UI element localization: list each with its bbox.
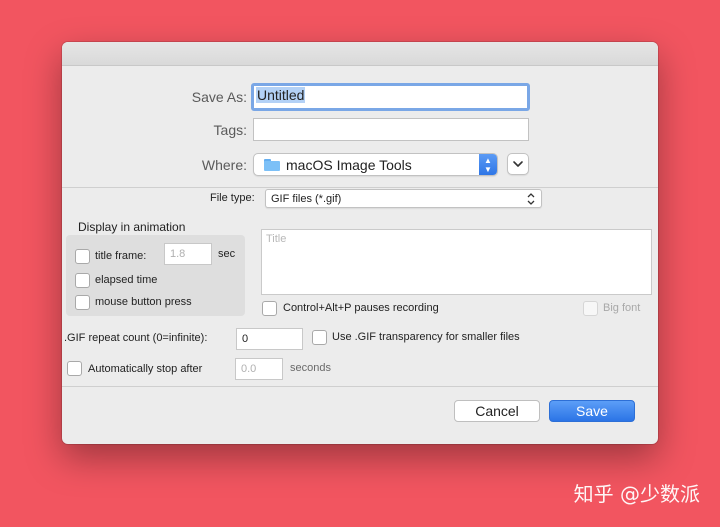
watermark: 知乎 @少数派 bbox=[573, 482, 700, 506]
tags-label: Tags: bbox=[213, 122, 247, 138]
file-type-value: GIF files (*.gif) bbox=[271, 193, 342, 205]
title-frame-checkbox[interactable] bbox=[75, 249, 90, 264]
save-as-value: Untitled bbox=[256, 87, 306, 103]
tags-input[interactable] bbox=[253, 118, 529, 141]
title-frame-label: title frame: bbox=[95, 250, 147, 262]
where-popup[interactable]: macOS Image Tools ▲ ▼ bbox=[253, 153, 498, 176]
auto-stop-input[interactable]: 0.0 bbox=[235, 358, 283, 380]
save-as-input[interactable]: Untitled bbox=[251, 83, 530, 111]
bottom-divider bbox=[62, 386, 658, 387]
auto-stop-label: Automatically stop after bbox=[88, 363, 203, 375]
folder-icon bbox=[264, 159, 280, 171]
popup-stepper-icon: ▲ ▼ bbox=[479, 154, 497, 175]
mouse-press-label: mouse button press bbox=[95, 296, 192, 308]
auto-stop-unit: seconds bbox=[290, 362, 331, 374]
divider bbox=[62, 187, 658, 188]
big-font-label: Big font bbox=[603, 302, 641, 314]
save-as-label: Save As: bbox=[191, 89, 247, 105]
save-button[interactable]: Save bbox=[549, 400, 635, 422]
save-dialog: Save As: Untitled Tags: Where: macOS Ima… bbox=[62, 42, 658, 444]
title-textarea[interactable]: Title bbox=[261, 229, 652, 295]
where-value: macOS Image Tools bbox=[286, 157, 412, 173]
chevron-down-icon bbox=[513, 161, 523, 167]
big-font-checkbox[interactable] bbox=[583, 301, 598, 316]
elapsed-time-label: elapsed time bbox=[95, 274, 158, 286]
elapsed-time-checkbox[interactable] bbox=[75, 273, 90, 288]
expand-browser-button[interactable] bbox=[507, 153, 529, 175]
mouse-press-checkbox[interactable] bbox=[75, 295, 90, 310]
cancel-button[interactable]: Cancel bbox=[454, 400, 540, 422]
title-placeholder: Title bbox=[266, 233, 287, 245]
repeat-count-label: .GIF repeat count (0=infinite): bbox=[64, 332, 208, 344]
file-type-label: File type: bbox=[210, 192, 255, 204]
transparency-label: Use .GIF transparency for smaller files bbox=[332, 331, 520, 343]
pause-hotkey-checkbox[interactable] bbox=[262, 301, 277, 316]
where-label: Where: bbox=[201, 157, 247, 173]
pause-hotkey-label: Control+Alt+P pauses recording bbox=[283, 302, 439, 314]
repeat-count-input[interactable]: 0 bbox=[236, 328, 303, 350]
up-down-arrows-icon bbox=[527, 193, 535, 205]
dialog-titlebar bbox=[62, 42, 658, 66]
title-frame-input[interactable]: 1.8 bbox=[164, 243, 212, 265]
auto-stop-checkbox[interactable] bbox=[67, 361, 82, 376]
file-type-popup[interactable]: GIF files (*.gif) bbox=[265, 189, 542, 208]
animation-section-label: Display in animation bbox=[78, 220, 186, 234]
transparency-checkbox[interactable] bbox=[312, 330, 327, 345]
title-frame-unit: sec bbox=[218, 248, 236, 260]
